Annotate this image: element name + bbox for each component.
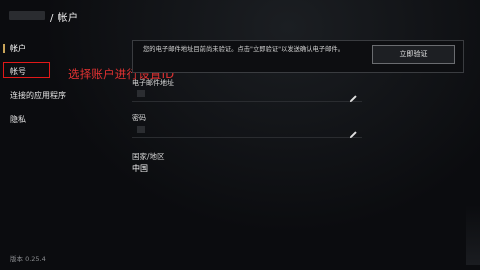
password-label: 密码 [132, 114, 146, 122]
edit-password-icon[interactable] [349, 124, 358, 139]
sidebar-item-connected-apps[interactable]: 连接的应用程序 [10, 90, 66, 101]
version-label: 版本 0.25.4 [10, 255, 46, 263]
sidebar-item-account[interactable]: 帐户 [10, 43, 26, 54]
scrollbar[interactable] [466, 205, 480, 265]
email-label: 电子邮件地址 [132, 79, 174, 87]
email-underline [132, 101, 362, 102]
verify-now-button[interactable]: 立即验证 [372, 45, 455, 64]
verification-notice: 您的电子邮件地址目前尚未验证。点击"立即验证"以发送确认电子邮件。 立即验证 [132, 40, 464, 73]
password-underline [132, 137, 362, 138]
notice-text: 您的电子邮件地址目前尚未验证。点击"立即验证"以发送确认电子邮件。 [143, 46, 344, 53]
breadcrumb-username [9, 11, 45, 20]
page-title: / 帐户 [50, 13, 79, 24]
top-bar: / 帐户 [0, 0, 480, 30]
region-value: 中国 [132, 164, 148, 173]
sidebar-item-privacy[interactable]: 隐私 [10, 114, 26, 125]
active-indicator [3, 44, 5, 53]
region-label: 国家/地区 [132, 152, 165, 161]
edit-email-icon[interactable] [349, 88, 358, 103]
highlight-box [3, 62, 50, 78]
email-value [137, 90, 145, 97]
password-value [137, 126, 145, 133]
